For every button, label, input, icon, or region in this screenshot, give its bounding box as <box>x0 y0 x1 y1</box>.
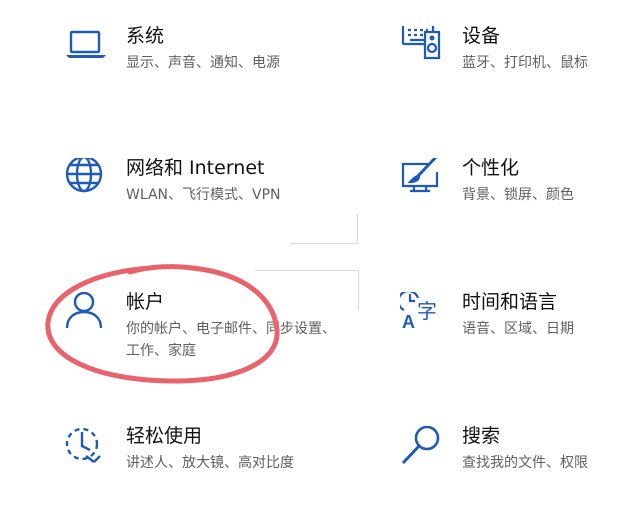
tile-ease-of-access[interactable]: 轻松使用 讲述人、放大镜、高对比度 <box>64 425 364 516</box>
time-language-icon: A 字 <box>400 292 444 336</box>
tile-system[interactable]: 系统 显示、声音、通知、电源 <box>64 25 364 116</box>
keyboard-speaker-icon <box>400 26 444 70</box>
globe-icon <box>64 158 108 202</box>
tile-title: 轻松使用 <box>126 425 203 447</box>
divider-line <box>255 270 359 271</box>
laptop-icon <box>64 26 108 70</box>
svg-text:字: 字 <box>417 299 437 323</box>
tile-description: 语音、区域、日期 <box>462 321 574 337</box>
tile-search[interactable]: 搜索 查找我的文件、权限 <box>400 425 640 516</box>
tile-time-language[interactable]: A 字 时间和语言 语音、区域、日期 <box>400 291 640 382</box>
tile-title: 个性化 <box>462 157 520 179</box>
tile-title: 设备 <box>462 25 501 47</box>
search-icon <box>400 426 444 470</box>
divider-line <box>357 214 358 244</box>
tile-description: 你的帐户、电子邮件、同步设置、工作、家庭 <box>126 321 336 359</box>
svg-text:A: A <box>402 312 415 332</box>
tile-description: 蓝牙、打印机、鼠标 <box>462 55 588 71</box>
tile-description: 查找我的文件、权限 <box>462 455 588 471</box>
tile-network-internet[interactable]: 网络和 Internet WLAN、飞行模式、VPN <box>64 157 364 248</box>
person-icon <box>64 292 108 336</box>
divider-line <box>290 243 358 244</box>
tile-title: 时间和语言 <box>462 291 558 313</box>
tile-devices[interactable]: 设备 蓝牙、打印机、鼠标 <box>400 25 640 116</box>
tile-description: 显示、声音、通知、电源 <box>126 55 280 71</box>
divider-line <box>358 270 359 310</box>
tile-accounts[interactable]: 帐户 你的帐户、电子邮件、同步设置、工作、家庭 <box>64 291 364 382</box>
tile-title: 系统 <box>126 25 165 47</box>
tile-description: WLAN、飞行模式、VPN <box>126 187 281 203</box>
paint-monitor-icon <box>400 158 444 202</box>
tile-title: 搜索 <box>462 425 501 447</box>
tile-title: 网络和 Internet <box>126 157 265 179</box>
tile-personalization[interactable]: 个性化 背景、锁屏、颜色 <box>400 157 640 248</box>
tile-description: 背景、锁屏、颜色 <box>462 187 574 203</box>
tile-description: 讲述人、放大镜、高对比度 <box>126 455 294 471</box>
ease-of-access-icon <box>64 426 108 470</box>
tile-title: 帐户 <box>126 291 165 313</box>
